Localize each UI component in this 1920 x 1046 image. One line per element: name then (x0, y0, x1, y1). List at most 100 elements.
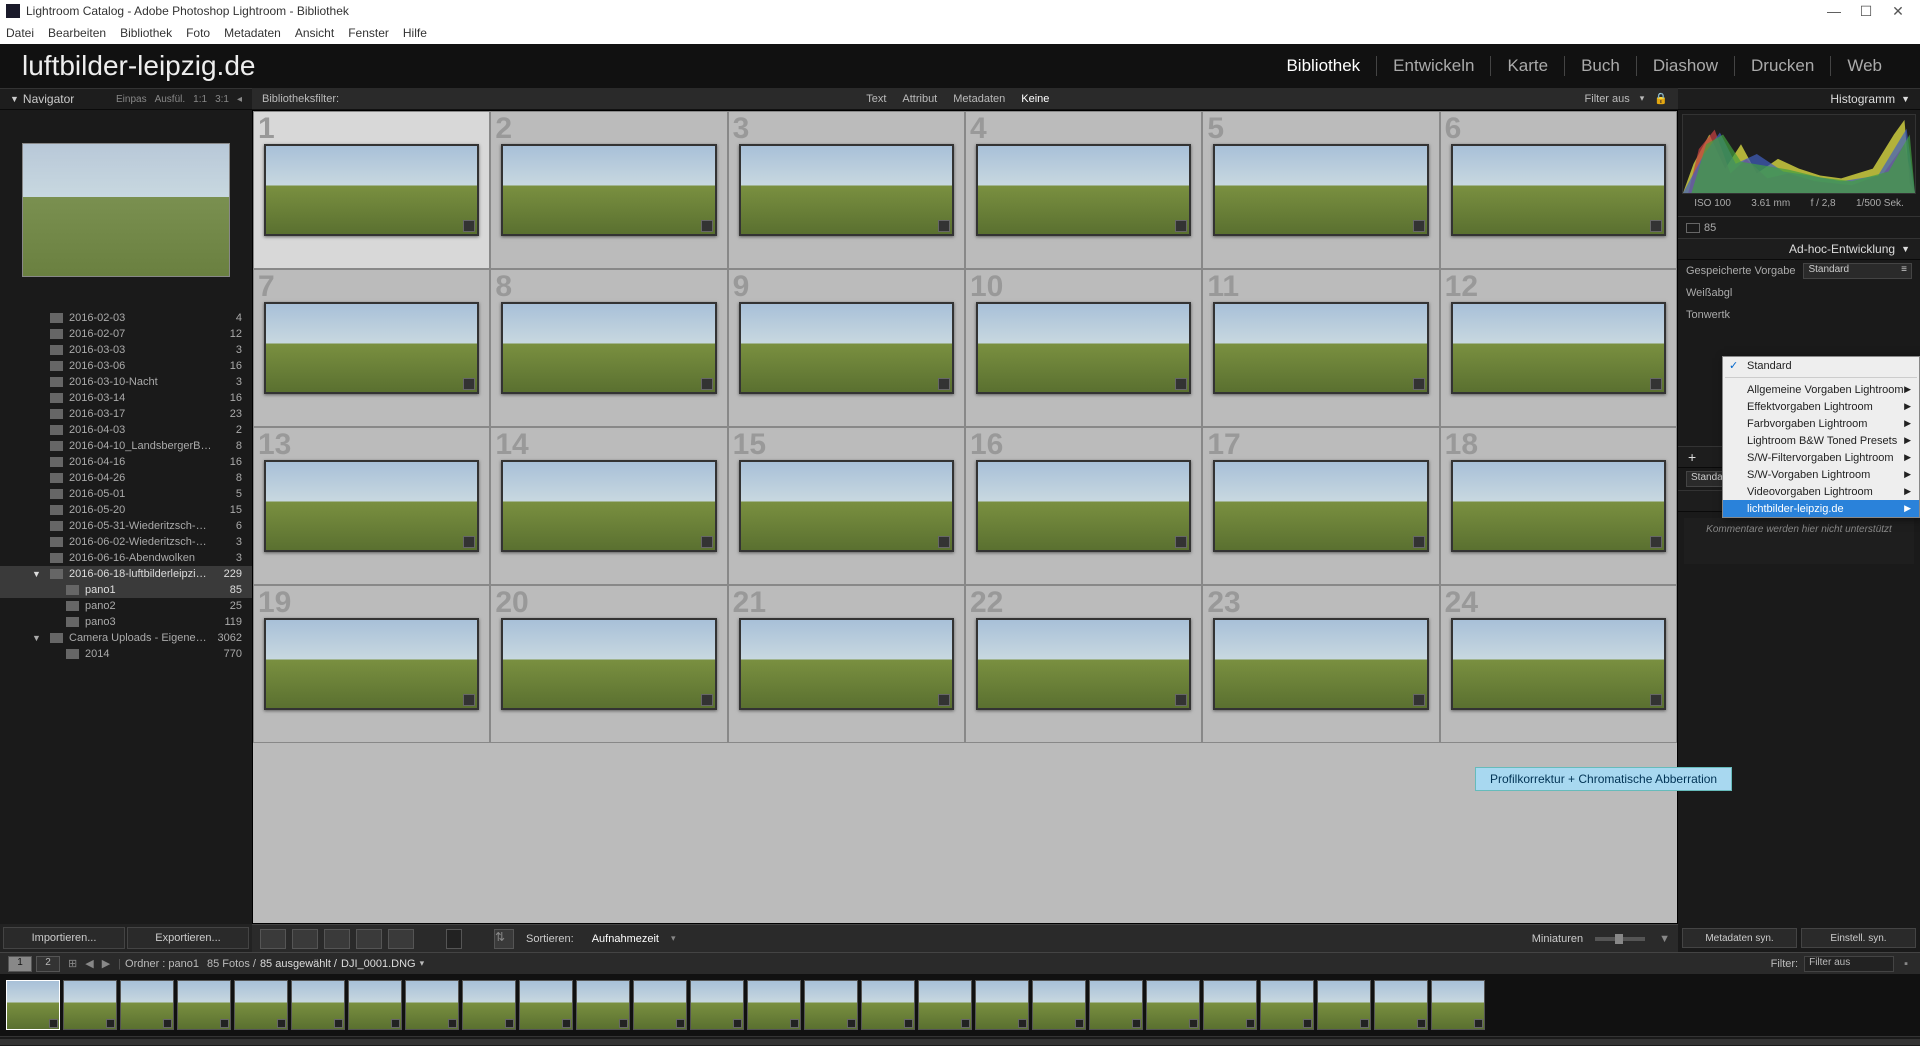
thumbnail-image[interactable] (1451, 460, 1666, 552)
grid-cell[interactable]: 15 (728, 427, 965, 585)
thumbnail-image[interactable] (264, 618, 479, 710)
thumbnail-image[interactable] (501, 618, 716, 710)
sort-direction-button[interactable]: ⇅ (494, 929, 514, 949)
histogram-display[interactable] (1682, 114, 1916, 194)
filmstrip-thumb[interactable] (63, 980, 117, 1030)
grid-cell[interactable]: 4 (965, 111, 1202, 269)
folder-row[interactable]: 2016-02-034 (0, 310, 252, 326)
sync-settings-button[interactable]: Einstell. syn. (1801, 928, 1916, 948)
filmstrip-thumb[interactable] (1032, 980, 1086, 1030)
sync-metadata-button[interactable]: Metadaten syn. (1682, 928, 1797, 948)
filter-off[interactable]: Filter aus (1585, 93, 1630, 105)
folder-row[interactable]: 2016-05-31-Wiederitzsch-Gew...6 (0, 518, 252, 534)
module-buch[interactable]: Buch (1565, 56, 1637, 76)
folder-row[interactable]: ▼2016-06-18-luftbilderleipzig-L...229 (0, 566, 252, 582)
filmstrip-thumb[interactable] (1203, 980, 1257, 1030)
filmstrip[interactable] (0, 974, 1920, 1036)
secondary-display-2[interactable]: 2 (36, 956, 60, 972)
thumbnail-image[interactable] (739, 302, 954, 394)
preset-menu-item[interactable]: S/W-Filtervorgaben Lightroom▶ (1723, 449, 1919, 466)
grid-cell[interactable]: 23 (1202, 585, 1439, 743)
filter-metadata[interactable]: Metadaten (953, 93, 1005, 105)
grid-cell[interactable]: 13 (253, 427, 490, 585)
folder-row[interactable]: 2016-05-2015 (0, 502, 252, 518)
folder-row[interactable]: 2016-03-0616 (0, 358, 252, 374)
close-button[interactable]: ✕ (1882, 3, 1914, 20)
preset-menu-item[interactable]: Effektvorgaben Lightroom▶ (1723, 398, 1919, 415)
thumbnail-image[interactable] (501, 144, 716, 236)
preset-menu-item[interactable]: S/W-Vorgaben Lightroom▶ (1723, 466, 1919, 483)
filmstrip-thumb[interactable] (6, 980, 60, 1030)
module-entwickeln[interactable]: Entwickeln (1377, 56, 1491, 76)
next-photo-icon[interactable]: ▶ (102, 957, 110, 970)
folder-row[interactable]: 2016-06-02-Wiederitzsch-Wol...3 (0, 534, 252, 550)
grid-cell[interactable]: 10 (965, 269, 1202, 427)
folder-row[interactable]: pano185 (0, 582, 252, 598)
thumbnail-image[interactable] (976, 460, 1191, 552)
menu-hilfe[interactable]: Hilfe (403, 26, 427, 40)
folder-row[interactable]: ▼Camera Uploads - EigeneDateien...3062 (0, 630, 252, 646)
filmstrip-thumb[interactable] (1146, 980, 1200, 1030)
grid-cell[interactable]: 18 (1440, 427, 1677, 585)
folder-row[interactable]: 2016-03-10-Nacht3 (0, 374, 252, 390)
filmstrip-thumb[interactable] (747, 980, 801, 1030)
survey-view-button[interactable] (356, 929, 382, 949)
folder-row[interactable]: 2016-03-033 (0, 342, 252, 358)
thumbnail-image[interactable] (1213, 618, 1428, 710)
filmstrip-thumb[interactable] (1317, 980, 1371, 1030)
filmstrip-thumb[interactable] (975, 980, 1029, 1030)
menu-bibliothek[interactable]: Bibliothek (120, 26, 172, 40)
filmstrip-thumb[interactable] (348, 980, 402, 1030)
thumbnail-image[interactable] (739, 618, 954, 710)
thumbnail-image[interactable] (1451, 144, 1666, 236)
chevron-down-icon[interactable]: ▼ (1659, 933, 1670, 945)
module-bibliothek[interactable]: Bibliothek (1270, 56, 1377, 76)
grid-cell[interactable]: 14 (490, 427, 727, 585)
import-button[interactable]: Importieren... (3, 927, 125, 949)
filmstrip-thumb[interactable] (1374, 980, 1428, 1030)
filmstrip-thumb[interactable] (633, 980, 687, 1030)
grid-cell[interactable]: 19 (253, 585, 490, 743)
people-view-button[interactable] (388, 929, 414, 949)
grid-cell[interactable]: 12 (1440, 269, 1677, 427)
thumbnail-image[interactable] (976, 618, 1191, 710)
thumbnail-image[interactable] (739, 144, 954, 236)
folder-row[interactable]: 2016-03-1723 (0, 406, 252, 422)
adhoc-header[interactable]: Ad-hoc-Entwicklung▼ (1678, 238, 1920, 260)
filmstrip-thumb[interactable] (576, 980, 630, 1030)
filmstrip-thumb[interactable] (1260, 980, 1314, 1030)
chevron-down-icon[interactable]: ▾ (1640, 93, 1645, 104)
folder-row[interactable]: 2016-06-16-Abendwolken3 (0, 550, 252, 566)
module-web[interactable]: Web (1831, 56, 1898, 76)
grid-cell[interactable]: 21 (728, 585, 965, 743)
navigator-preview[interactable] (0, 110, 252, 310)
preset-menu-item[interactable]: Farbvorgaben Lightroom▶ (1723, 415, 1919, 432)
folder-row[interactable]: pano3119 (0, 614, 252, 630)
secondary-display-1[interactable]: 1 (8, 956, 32, 972)
thumbnail-image[interactable] (264, 144, 479, 236)
preset-dropdown[interactable]: Standard ≡ (1803, 263, 1912, 279)
grid-small-icon[interactable]: ⊞ (68, 957, 77, 970)
filter-switch-icon[interactable]: ▪ (1904, 958, 1908, 970)
nav-fit[interactable]: Einpas (116, 94, 147, 105)
grid-cell[interactable]: 20 (490, 585, 727, 743)
thumbnail-image[interactable] (976, 144, 1191, 236)
nav-1to1[interactable]: 1:1 (193, 94, 207, 105)
thumbnail-image[interactable] (1451, 618, 1666, 710)
filmstrip-thumb[interactable] (405, 980, 459, 1030)
folder-row[interactable]: 2016-02-0712 (0, 326, 252, 342)
thumbnail-grid[interactable]: 123456789101112131415161718192021222324 (252, 110, 1678, 924)
minimize-button[interactable]: — (1818, 3, 1850, 19)
menu-fenster[interactable]: Fenster (348, 26, 389, 40)
thumbnail-image[interactable] (739, 460, 954, 552)
export-button[interactable]: Exportieren... (127, 927, 249, 949)
folder-row[interactable]: 2016-05-015 (0, 486, 252, 502)
preset-menu-item[interactable]: Lightroom B&W Toned Presets▶ (1723, 432, 1919, 449)
grid-cell[interactable]: 3 (728, 111, 965, 269)
grid-cell[interactable]: 5 (1202, 111, 1439, 269)
grid-cell[interactable]: 11 (1202, 269, 1439, 427)
nav-fill[interactable]: Ausfül. (155, 94, 186, 105)
grid-cell[interactable]: 24 (1440, 585, 1677, 743)
module-karte[interactable]: Karte (1491, 56, 1565, 76)
filter-text[interactable]: Text (866, 93, 886, 105)
